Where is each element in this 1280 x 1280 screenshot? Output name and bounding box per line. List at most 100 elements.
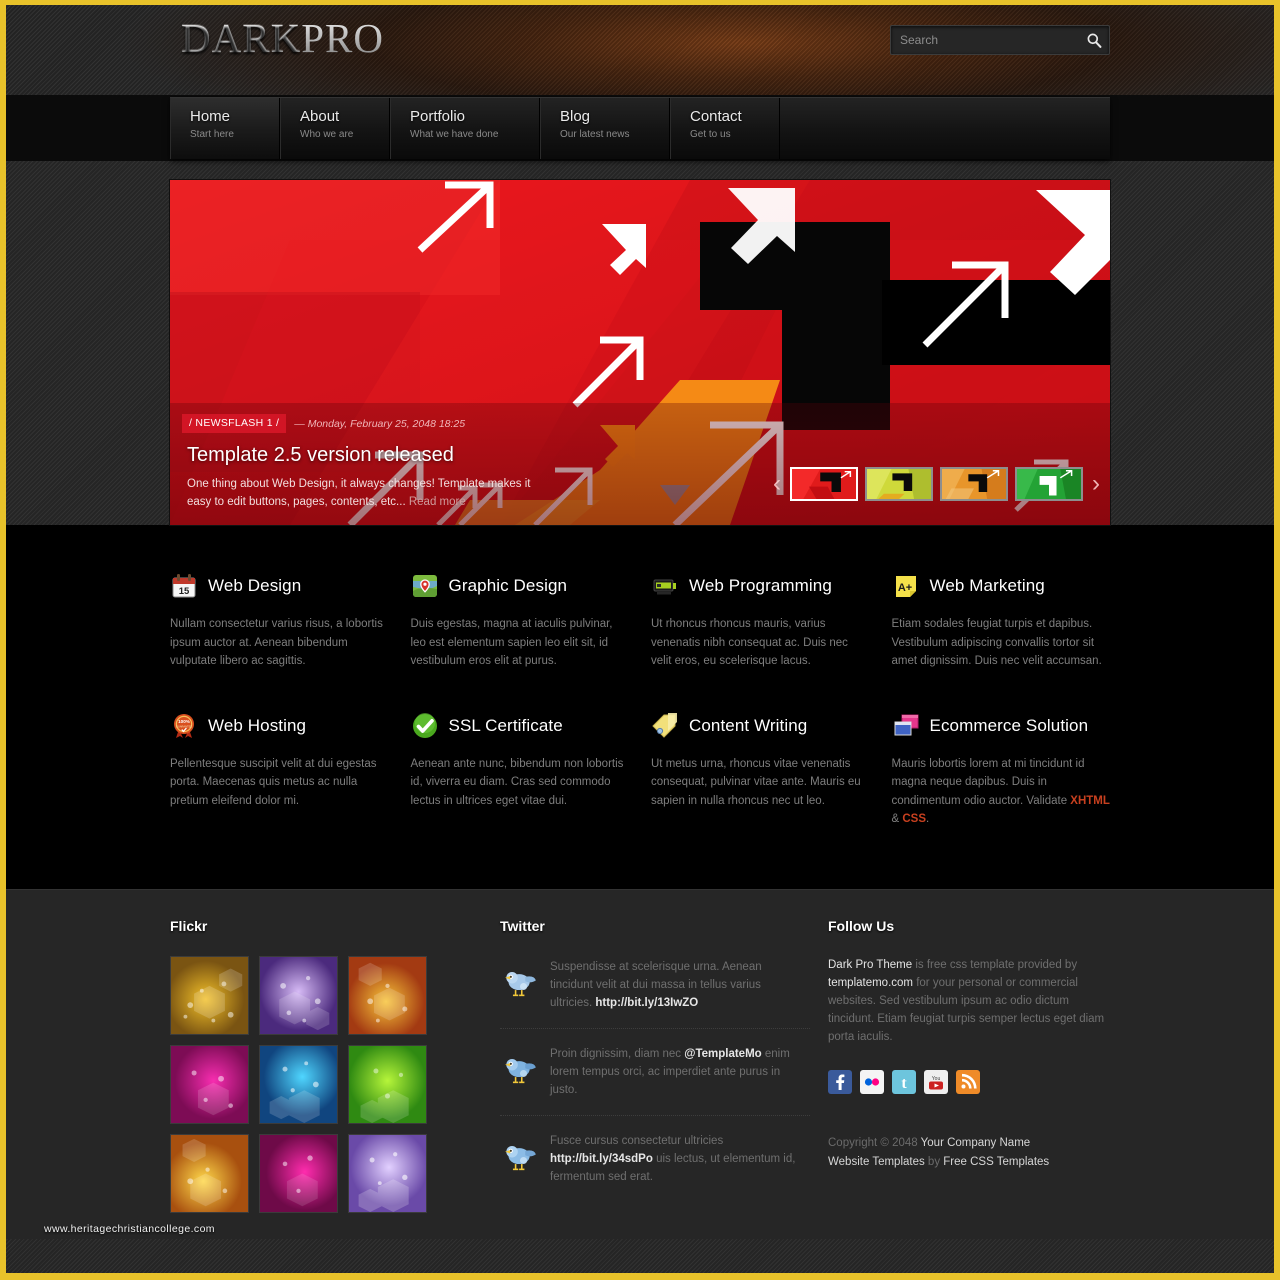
flickr-thumb-green[interactable] [348, 1044, 427, 1124]
search-input[interactable] [891, 33, 1079, 47]
footer-col-flickr: Flickr [170, 918, 490, 1216]
website-templates-link[interactable]: Website Templates [828, 1156, 925, 1168]
navigation-bar-outer: Home Start here About Who we are Portfol… [6, 95, 1274, 161]
slide-thumb-yellow[interactable] [865, 467, 933, 501]
nav-filler [780, 98, 1110, 159]
flickr-thumb-gold[interactable] [170, 955, 249, 1035]
read-more-link[interactable]: Read more [409, 496, 466, 508]
credit-mid: by [924, 1155, 944, 1168]
service-title: Web Marketing [929, 576, 1045, 595]
company-name: Your Company Name [920, 1136, 1031, 1149]
hero-flash-row: / NEWSFLASH 1 / — Monday, February 25, 2… [182, 414, 1110, 433]
logo-text-primary: DARK [181, 15, 302, 61]
service-header: A+ Web Marketing [892, 569, 1111, 603]
slide-thumb-red[interactable] [790, 467, 858, 501]
service-text: Mauris lobortis lorem at mi tincidunt id… [892, 755, 1111, 829]
service-card-web-marketing: A+ Web Marketing Etiam sodales feugiat t… [892, 569, 1111, 671]
facebook-icon[interactable] [828, 1069, 852, 1094]
flickr-icon[interactable] [860, 1069, 884, 1094]
tweet-link[interactable]: http://bit.ly/34sdPo [550, 1153, 653, 1165]
service-header: 15 Web Design [170, 569, 389, 603]
service-text-prefix: Mauris lobortis lorem at mi tincidunt id… [891, 757, 1085, 807]
hero-slider[interactable]: / NEWSFLASH 1 / — Monday, February 25, 2… [170, 180, 1110, 525]
xhtml-link[interactable]: XHTML [1070, 795, 1110, 807]
flickr-gallery [170, 955, 490, 1213]
flickr-thumb-blue[interactable] [259, 1044, 338, 1124]
slide-thumb-orange[interactable] [940, 467, 1008, 501]
tweet-link[interactable]: http://bit.ly/13IwZO [595, 997, 698, 1009]
service-title: Ecommerce Solution [929, 715, 1089, 735]
search-icon[interactable] [1079, 26, 1109, 54]
svg-text:100%: 100% [178, 719, 190, 724]
nav-label: Contact [690, 108, 742, 125]
flickr-thumb-violet[interactable] [348, 1133, 427, 1213]
service-header: Web Programming [651, 569, 870, 603]
flickr-thumb-magenta[interactable] [170, 1044, 249, 1124]
flickr-thumb-pink[interactable] [259, 1133, 338, 1213]
guarantee-badge-icon: 100% GUARANTEE [170, 712, 198, 740]
css-link[interactable]: CSS [902, 813, 926, 825]
service-card-web-design: 15 Web Design Nullam consectetur varius … [170, 569, 389, 671]
service-card-content-writing: Content Writing Ut metus urna, rhoncus v… [651, 709, 870, 829]
newsflash-badge: / NEWSFLASH 1 / [182, 414, 287, 433]
youtube-icon[interactable]: You [924, 1069, 948, 1094]
tweet-item: Suspendisse at scelerisque urna. Aenean … [500, 956, 810, 1029]
search-box[interactable] [890, 25, 1110, 55]
service-title: Graphic Design [448, 576, 568, 595]
nav-sublabel: Get to us [690, 129, 731, 140]
templatemo-link[interactable]: templatemo.com [828, 977, 913, 989]
footer-col-follow-us: Follow Us Dark Pro Theme is free css tem… [810, 918, 1110, 1216]
nav-label: Blog [560, 108, 591, 125]
hero-title: Template 2.5 version released [187, 444, 454, 466]
site-footer: Flickr Twitter Suspendisse at scelerisqu… [6, 888, 1274, 1239]
service-header: Ecommerce Solution [892, 709, 1111, 743]
twitter-bird-icon [502, 1045, 538, 1099]
svg-text:GUARANTEE: GUARANTEE [176, 724, 192, 728]
nav-sublabel: What we have done [410, 129, 499, 140]
server-icon [651, 572, 679, 600]
slider-next-icon[interactable]: › [1090, 472, 1102, 496]
service-text: Aenean ante nunc, bibendum non lobortis … [410, 757, 624, 807]
calendar-icon: 15 [170, 572, 198, 600]
slider-thumbnail-bar[interactable]: ‹ › [771, 467, 1102, 501]
footer-col-twitter: Twitter Suspendisse at scelerisque urna.… [490, 918, 810, 1216]
nav-item-home[interactable]: Home Start here [170, 98, 280, 159]
site-header: DARKPRO [6, 5, 1274, 95]
flickr-thumb-orange[interactable] [348, 955, 427, 1035]
flickr-thumb-amber[interactable] [170, 1133, 249, 1213]
service-text-mid: & [891, 813, 903, 825]
nav-item-contact[interactable]: Contact Get to us [670, 98, 780, 159]
slider-prev-icon[interactable]: ‹ [771, 472, 783, 496]
nav-item-portfolio[interactable]: Portfolio What we have done [390, 98, 540, 159]
twitter-bird-icon [502, 958, 538, 1012]
nav-sublabel: Who we are [300, 129, 354, 140]
theme-link[interactable]: Dark Pro Theme [828, 959, 912, 971]
service-header: Graphic Design [411, 569, 630, 603]
nav-label: Home [190, 108, 231, 125]
page-root: DARKPRO Home Start here About [0, 0, 1280, 1280]
hero-body: One thing about Web Design, it always ch… [187, 475, 537, 511]
main-navigation: Home Start here About Who we are Portfol… [170, 97, 1110, 159]
service-text: Etiam sodales feugiat turpis et dapibus.… [891, 618, 1102, 667]
svg-text:15: 15 [179, 586, 190, 597]
twitter-icon[interactable]: t [892, 1069, 916, 1094]
credit-line: Website Templates by Free CSS Templates [828, 1153, 1110, 1172]
slide-thumb-green[interactable] [1015, 467, 1083, 501]
free-css-templates-link[interactable]: Free CSS Templates [943, 1156, 1049, 1168]
footer-grid: Flickr Twitter Suspendisse at scelerisqu… [170, 918, 1110, 1216]
service-text: Ut rhoncus rhoncus mauris, varius venena… [651, 618, 848, 667]
social-links: t You [828, 1069, 1110, 1094]
site-logo[interactable]: DARKPRO [181, 18, 384, 59]
nav-sublabel: Our latest news [560, 129, 630, 140]
rss-icon[interactable] [956, 1069, 980, 1094]
nav-item-about[interactable]: About Who we are [280, 98, 390, 159]
flickr-thumb-purple[interactable] [259, 955, 338, 1035]
nav-item-blog[interactable]: Blog Our latest news [540, 98, 670, 159]
grade-note-icon: A+ [892, 572, 920, 600]
service-card-web-programming: Web Programming Ut rhoncus rhoncus mauri… [651, 569, 870, 671]
copyright-line: Copyright © 2048 Your Company Name [828, 1134, 1110, 1153]
tweet-link[interactable]: @TemplateMo [684, 1048, 761, 1060]
nav-label: Portfolio [410, 108, 466, 125]
svg-text:You: You [932, 1076, 941, 1082]
services-grid: 15 Web Design Nullam consectetur varius … [170, 569, 1110, 829]
